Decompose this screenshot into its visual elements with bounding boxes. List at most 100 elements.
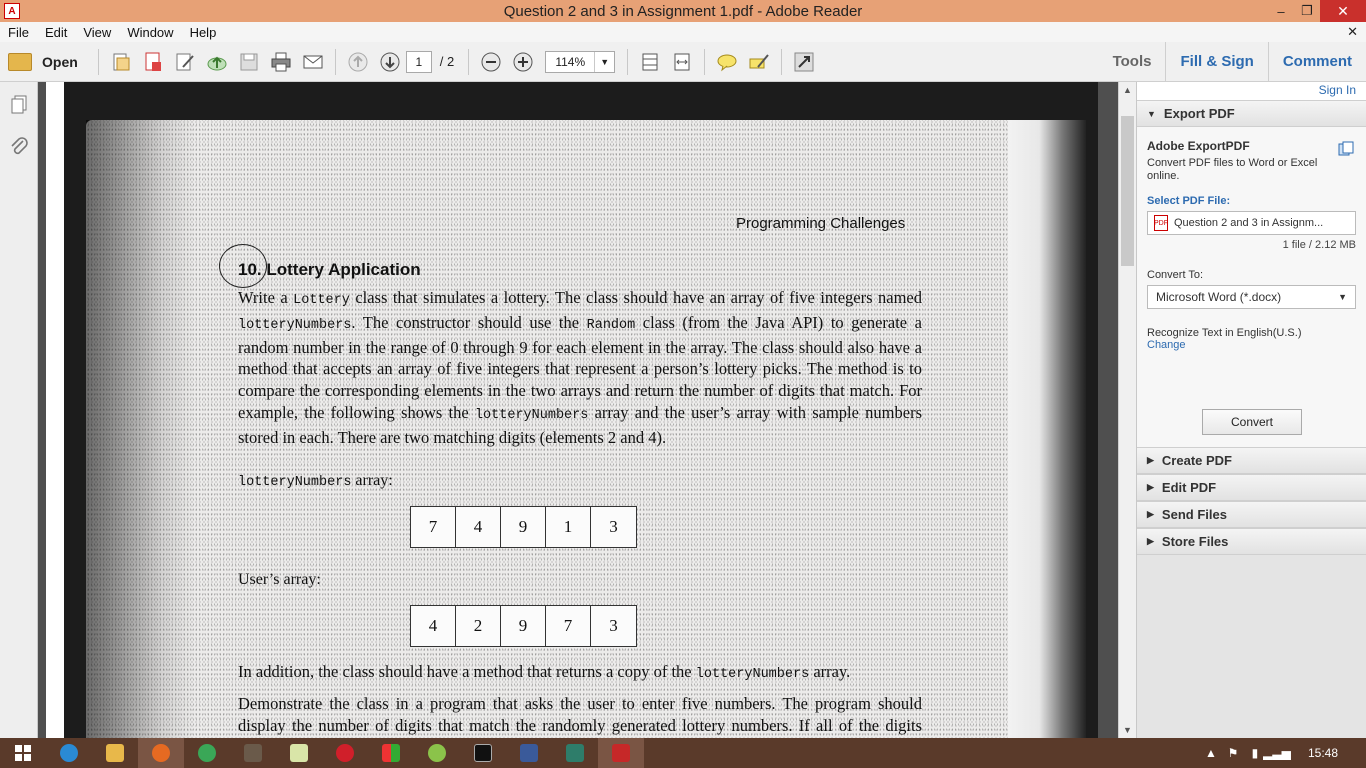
scrollbar-thumb[interactable] <box>1121 116 1134 266</box>
archive-icon[interactable] <box>230 738 276 768</box>
zoom-in-icon[interactable] <box>510 49 536 75</box>
adobe-reader-taskbar-icon[interactable] <box>598 738 644 768</box>
export-options-icon[interactable] <box>1338 141 1354 157</box>
zoom-value: 114% <box>555 54 586 69</box>
attachments-icon[interactable] <box>7 134 31 158</box>
chrome-icon[interactable] <box>184 738 230 768</box>
fit-width-icon[interactable] <box>669 49 695 75</box>
window-controls: – ❐ ✕ <box>1268 0 1366 22</box>
previous-page-icon[interactable] <box>345 49 371 75</box>
highlight-icon[interactable] <box>746 49 772 75</box>
chevron-up-icon[interactable]: ▲ <box>1200 746 1222 760</box>
select-pdf-label: Select PDF File: <box>1147 195 1231 207</box>
close-document-button[interactable]: ✕ <box>1347 24 1358 40</box>
upload-icon[interactable] <box>204 49 230 75</box>
fit-page-icon[interactable] <box>637 49 663 75</box>
zoom-select[interactable]: 114% ▼ <box>545 50 616 73</box>
start-button[interactable] <box>0 738 46 768</box>
opera-icon[interactable] <box>322 738 368 768</box>
menu-edit[interactable]: Edit <box>37 25 75 40</box>
convert-button[interactable]: Convert <box>1202 409 1302 435</box>
print-icon[interactable] <box>268 49 294 75</box>
page-thumbnails-icon[interactable] <box>7 92 31 116</box>
pdf-page: Programming Challenges 10. Lottery Appli… <box>46 82 1098 738</box>
menu-file[interactable]: File <box>0 25 37 40</box>
open-label: Open <box>42 53 78 70</box>
chevron-down-icon: ▼ <box>1338 292 1347 302</box>
scroll-up-icon[interactable]: ▲ <box>1119 82 1136 98</box>
clock[interactable]: 15:48 <box>1308 746 1338 760</box>
edit-icon[interactable] <box>172 49 198 75</box>
pdf-icon: PDF <box>1154 215 1168 231</box>
navigation-pane <box>0 82 38 738</box>
open-button[interactable]: Open <box>8 52 78 71</box>
tools-panel: Sign In ▼ Export PDF Adobe ExportPDF Con… <box>1136 82 1366 738</box>
paper-sheet: Programming Challenges 10. Lottery Appli… <box>86 120 1086 738</box>
separator <box>468 48 470 75</box>
create-pdf-header[interactable]: ▶ Create PDF <box>1137 447 1366 474</box>
triangle-right-icon: ▶ <box>1147 455 1154 465</box>
array-cell: 2 <box>456 606 501 646</box>
create-pdf-icon[interactable] <box>108 49 134 75</box>
zoom-out-icon[interactable] <box>478 49 504 75</box>
convert-to-select[interactable]: Microsoft Word (*.docx) ▼ <box>1147 285 1356 309</box>
sign-in-link[interactable]: Sign In <box>1137 82 1366 100</box>
internet-explorer-icon[interactable] <box>46 738 92 768</box>
convert-to-label: Convert To: <box>1147 269 1204 281</box>
selected-pdf-file[interactable]: PDF Question 2 and 3 in Assignm... <box>1147 211 1356 235</box>
store-app-icon[interactable] <box>368 738 414 768</box>
next-page-icon[interactable] <box>377 49 403 75</box>
store-files-header[interactable]: ▶ Store Files <box>1137 528 1366 555</box>
array-cell: 7 <box>546 606 591 646</box>
vertical-scrollbar[interactable]: ▲ ▼ <box>1118 82 1136 738</box>
notepad-icon[interactable] <box>276 738 322 768</box>
triangle-right-icon: ▶ <box>1147 482 1154 492</box>
export-pdf-body: Adobe ExportPDF Convert PDF files to Wor… <box>1137 127 1366 447</box>
triangle-down-icon: ▼ <box>1147 108 1156 119</box>
separator <box>334 48 336 75</box>
android-app-icon[interactable] <box>414 738 460 768</box>
document-viewer[interactable]: Programming Challenges 10. Lottery Appli… <box>38 82 1118 738</box>
menu-view[interactable]: View <box>75 25 119 40</box>
lottery-array-label: lotteryNumbers array: <box>238 472 393 490</box>
file-explorer-icon[interactable] <box>92 738 138 768</box>
pdf-file-icon[interactable] <box>140 49 166 75</box>
comment-icon[interactable] <box>714 49 740 75</box>
close-button[interactable]: ✕ <box>1320 0 1366 22</box>
fill-sign-pane-button[interactable]: Fill & Sign <box>1165 42 1267 82</box>
change-language-link[interactable]: Change <box>1147 339 1356 351</box>
command-prompt-icon[interactable] <box>460 738 506 768</box>
array-cell: 3 <box>609 616 618 635</box>
user-array: 4 2 9 7 3 <box>410 605 637 647</box>
fullscreen-icon[interactable] <box>791 49 817 75</box>
maximize-button[interactable]: ❐ <box>1294 0 1320 22</box>
firefox-icon[interactable] <box>138 738 184 768</box>
send-files-header[interactable]: ▶ Send Files <box>1137 501 1366 528</box>
export-pdf-header[interactable]: ▼ Export PDF <box>1137 100 1366 127</box>
chevron-down-icon: ▼ <box>594 51 614 72</box>
menu-bar: File Edit View Window Help ✕ <box>0 22 1366 42</box>
chip-app-icon[interactable] <box>552 738 598 768</box>
array-cell: 1 <box>546 507 591 547</box>
save-icon[interactable] <box>236 49 262 75</box>
paragraph-copy-method: In addition, the class should have a met… <box>238 662 851 682</box>
flag-icon[interactable]: ⚑ <box>1222 746 1244 760</box>
separator <box>97 48 99 75</box>
email-icon[interactable] <box>300 49 326 75</box>
array-cell: 4 <box>411 606 456 646</box>
comment-pane-button[interactable]: Comment <box>1267 42 1366 82</box>
tools-pane-button[interactable]: Tools <box>1099 42 1166 82</box>
title-bar: A Question 2 and 3 in Assignment 1.pdf -… <box>0 0 1366 22</box>
edit-pdf-header[interactable]: ▶ Edit PDF <box>1137 474 1366 501</box>
scroll-down-icon[interactable]: ▼ <box>1119 722 1136 738</box>
menu-help[interactable]: Help <box>182 25 225 40</box>
menu-window[interactable]: Window <box>119 25 181 40</box>
taskbar: ▲ ⚑ ▮ ▂▃▅ 15:48 <box>0 738 1366 768</box>
toolbar: Open 1 / 2 114% ▼ Tools Fill & Sign Comm… <box>0 42 1366 82</box>
network-app-icon[interactable] <box>506 738 552 768</box>
page-number-input[interactable]: 1 <box>405 50 432 73</box>
minimize-button[interactable]: – <box>1268 0 1294 22</box>
scanned-image: Programming Challenges 10. Lottery Appli… <box>64 82 1098 738</box>
page-total: / 2 <box>439 54 455 69</box>
signal-icon[interactable]: ▂▃▅ <box>1263 746 1291 760</box>
